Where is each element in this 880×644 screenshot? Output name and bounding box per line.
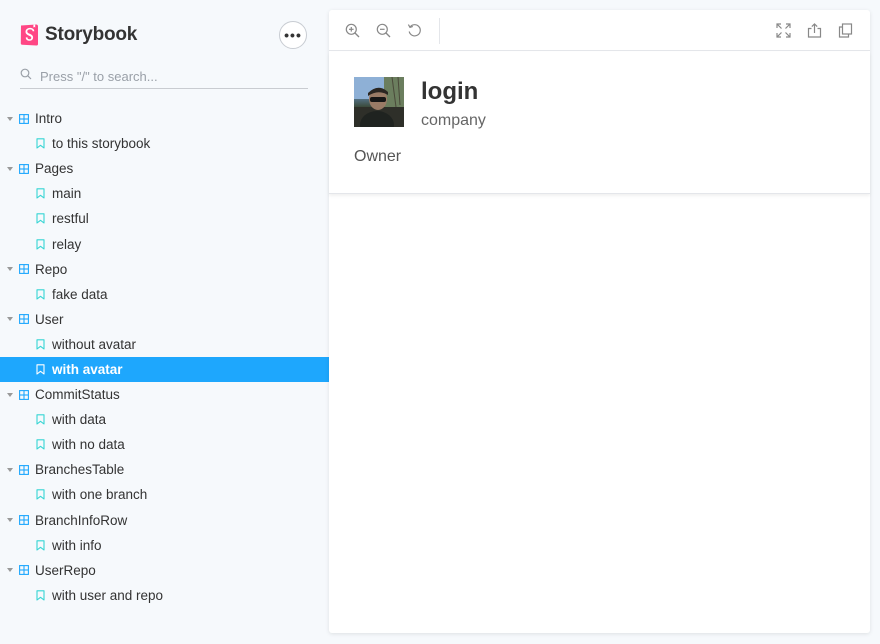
- tree-story[interactable]: without avatar: [0, 332, 329, 357]
- tree-story[interactable]: relay: [0, 231, 329, 256]
- sidebar: Storybook ••• Intro to this storybook Page…: [0, 0, 329, 644]
- story-tree: Intro to this storybook Pages main restful re…: [0, 106, 329, 608]
- zoom-in-icon[interactable]: [344, 22, 361, 39]
- tree-story[interactable]: fake data: [0, 282, 329, 307]
- tree-group[interactable]: User: [0, 307, 329, 332]
- tree-group[interactable]: CommitStatus: [0, 382, 329, 407]
- tree-story[interactable]: with one branch: [0, 482, 329, 507]
- storybook-logo-icon: [20, 24, 39, 46]
- tree-item-label: Intro: [35, 111, 63, 127]
- tree-story[interactable]: with no data: [0, 432, 329, 457]
- tree-group[interactable]: BranchesTable: [0, 457, 329, 482]
- caret-down-icon[interactable]: [7, 568, 13, 573]
- caret-down-icon[interactable]: [7, 392, 13, 397]
- search-input[interactable]: [40, 68, 290, 84]
- tree-item-label: main: [52, 186, 82, 202]
- bookmark-icon: [36, 213, 45, 224]
- component-icon: [19, 565, 29, 576]
- user-role: Owner: [354, 148, 402, 165]
- component-icon: [19, 314, 29, 325]
- tree-item-label: User: [35, 311, 64, 327]
- component-icon: [19, 163, 29, 174]
- component-icon: [19, 389, 29, 400]
- tree-group[interactable]: Repo: [0, 257, 329, 282]
- tree-item-label: with one branch: [52, 487, 148, 503]
- preview-toolbar: [329, 10, 870, 51]
- tree-item-label: with info: [52, 537, 102, 553]
- tree-item-label: fake data: [52, 286, 108, 302]
- bookmark-icon: [36, 364, 45, 375]
- tree-story-selected[interactable]: with avatar: [0, 356, 329, 383]
- tree-story[interactable]: with user and repo: [0, 583, 329, 608]
- toolbar-divider: [439, 18, 440, 44]
- tree-item-label: CommitStatus: [35, 387, 120, 403]
- fullscreen-icon[interactable]: [775, 22, 792, 39]
- share-icon[interactable]: [806, 22, 823, 39]
- tree-story[interactable]: with data: [0, 407, 329, 432]
- component-icon: [19, 264, 29, 275]
- tree-item-label: with avatar: [52, 361, 123, 377]
- tree-item-label: Pages: [35, 161, 74, 177]
- bookmark-icon: [36, 489, 45, 501]
- tree-item-label: Repo: [35, 261, 68, 277]
- component-icon: [19, 515, 29, 525]
- user-card: login company Owner: [329, 52, 870, 194]
- tree-item-label: to this storybook: [52, 136, 151, 152]
- caret-down-icon[interactable]: [7, 166, 13, 171]
- tree-group[interactable]: UserRepo: [0, 558, 329, 583]
- user-company: company: [421, 112, 486, 129]
- tree-story[interactable]: to this storybook: [0, 131, 329, 156]
- tree-item-label: with user and repo: [52, 587, 164, 603]
- caret-down-icon[interactable]: [7, 518, 13, 523]
- caret-down-icon[interactable]: [7, 116, 13, 121]
- tree-item-label: with no data: [52, 437, 125, 453]
- tree-group[interactable]: Pages: [0, 156, 329, 181]
- tree-story[interactable]: main: [0, 181, 329, 206]
- bookmark-icon: [36, 539, 45, 551]
- user-login: login: [421, 78, 479, 105]
- bookmark-icon: [36, 188, 45, 199]
- bookmark-icon: [36, 590, 45, 601]
- tree-story[interactable]: with info: [0, 533, 329, 558]
- menu-button[interactable]: •••: [279, 21, 307, 49]
- bookmark-icon: [36, 414, 45, 425]
- caret-down-icon[interactable]: [7, 267, 13, 272]
- copy-icon[interactable]: [837, 22, 854, 39]
- tree-story[interactable]: restful: [0, 206, 329, 231]
- component-icon: [19, 464, 29, 475]
- bookmark-icon: [36, 238, 45, 250]
- caret-down-icon[interactable]: [7, 317, 13, 322]
- tree-item-label: without avatar: [52, 336, 137, 352]
- brand-title: Storybook: [45, 24, 138, 45]
- tree-item-label: relay: [52, 236, 82, 252]
- tree-item-label: BranchInfoRow: [35, 512, 128, 528]
- zoom-out-icon[interactable]: [375, 22, 392, 39]
- tree-group[interactable]: BranchInfoRow: [0, 508, 329, 533]
- brand[interactable]: Storybook: [20, 24, 137, 46]
- caret-down-icon[interactable]: [7, 467, 13, 472]
- reset-zoom-icon[interactable]: [406, 22, 423, 39]
- tree-item-label: BranchesTable: [35, 462, 125, 478]
- bookmark-icon: [36, 439, 45, 450]
- bookmark-icon: [36, 339, 45, 350]
- preview-panel: login company Owner: [329, 10, 870, 633]
- avatar: [354, 77, 404, 127]
- bookmark-icon: [36, 288, 45, 300]
- tree-group[interactable]: Intro: [0, 106, 329, 131]
- tree-item-label: UserRepo: [35, 562, 96, 578]
- component-icon: [19, 113, 29, 124]
- search-icon: [20, 67, 40, 85]
- search-bar: [20, 64, 308, 89]
- tree-item-label: with data: [52, 412, 107, 428]
- bookmark-icon: [36, 138, 45, 149]
- tree-item-label: restful: [52, 211, 89, 227]
